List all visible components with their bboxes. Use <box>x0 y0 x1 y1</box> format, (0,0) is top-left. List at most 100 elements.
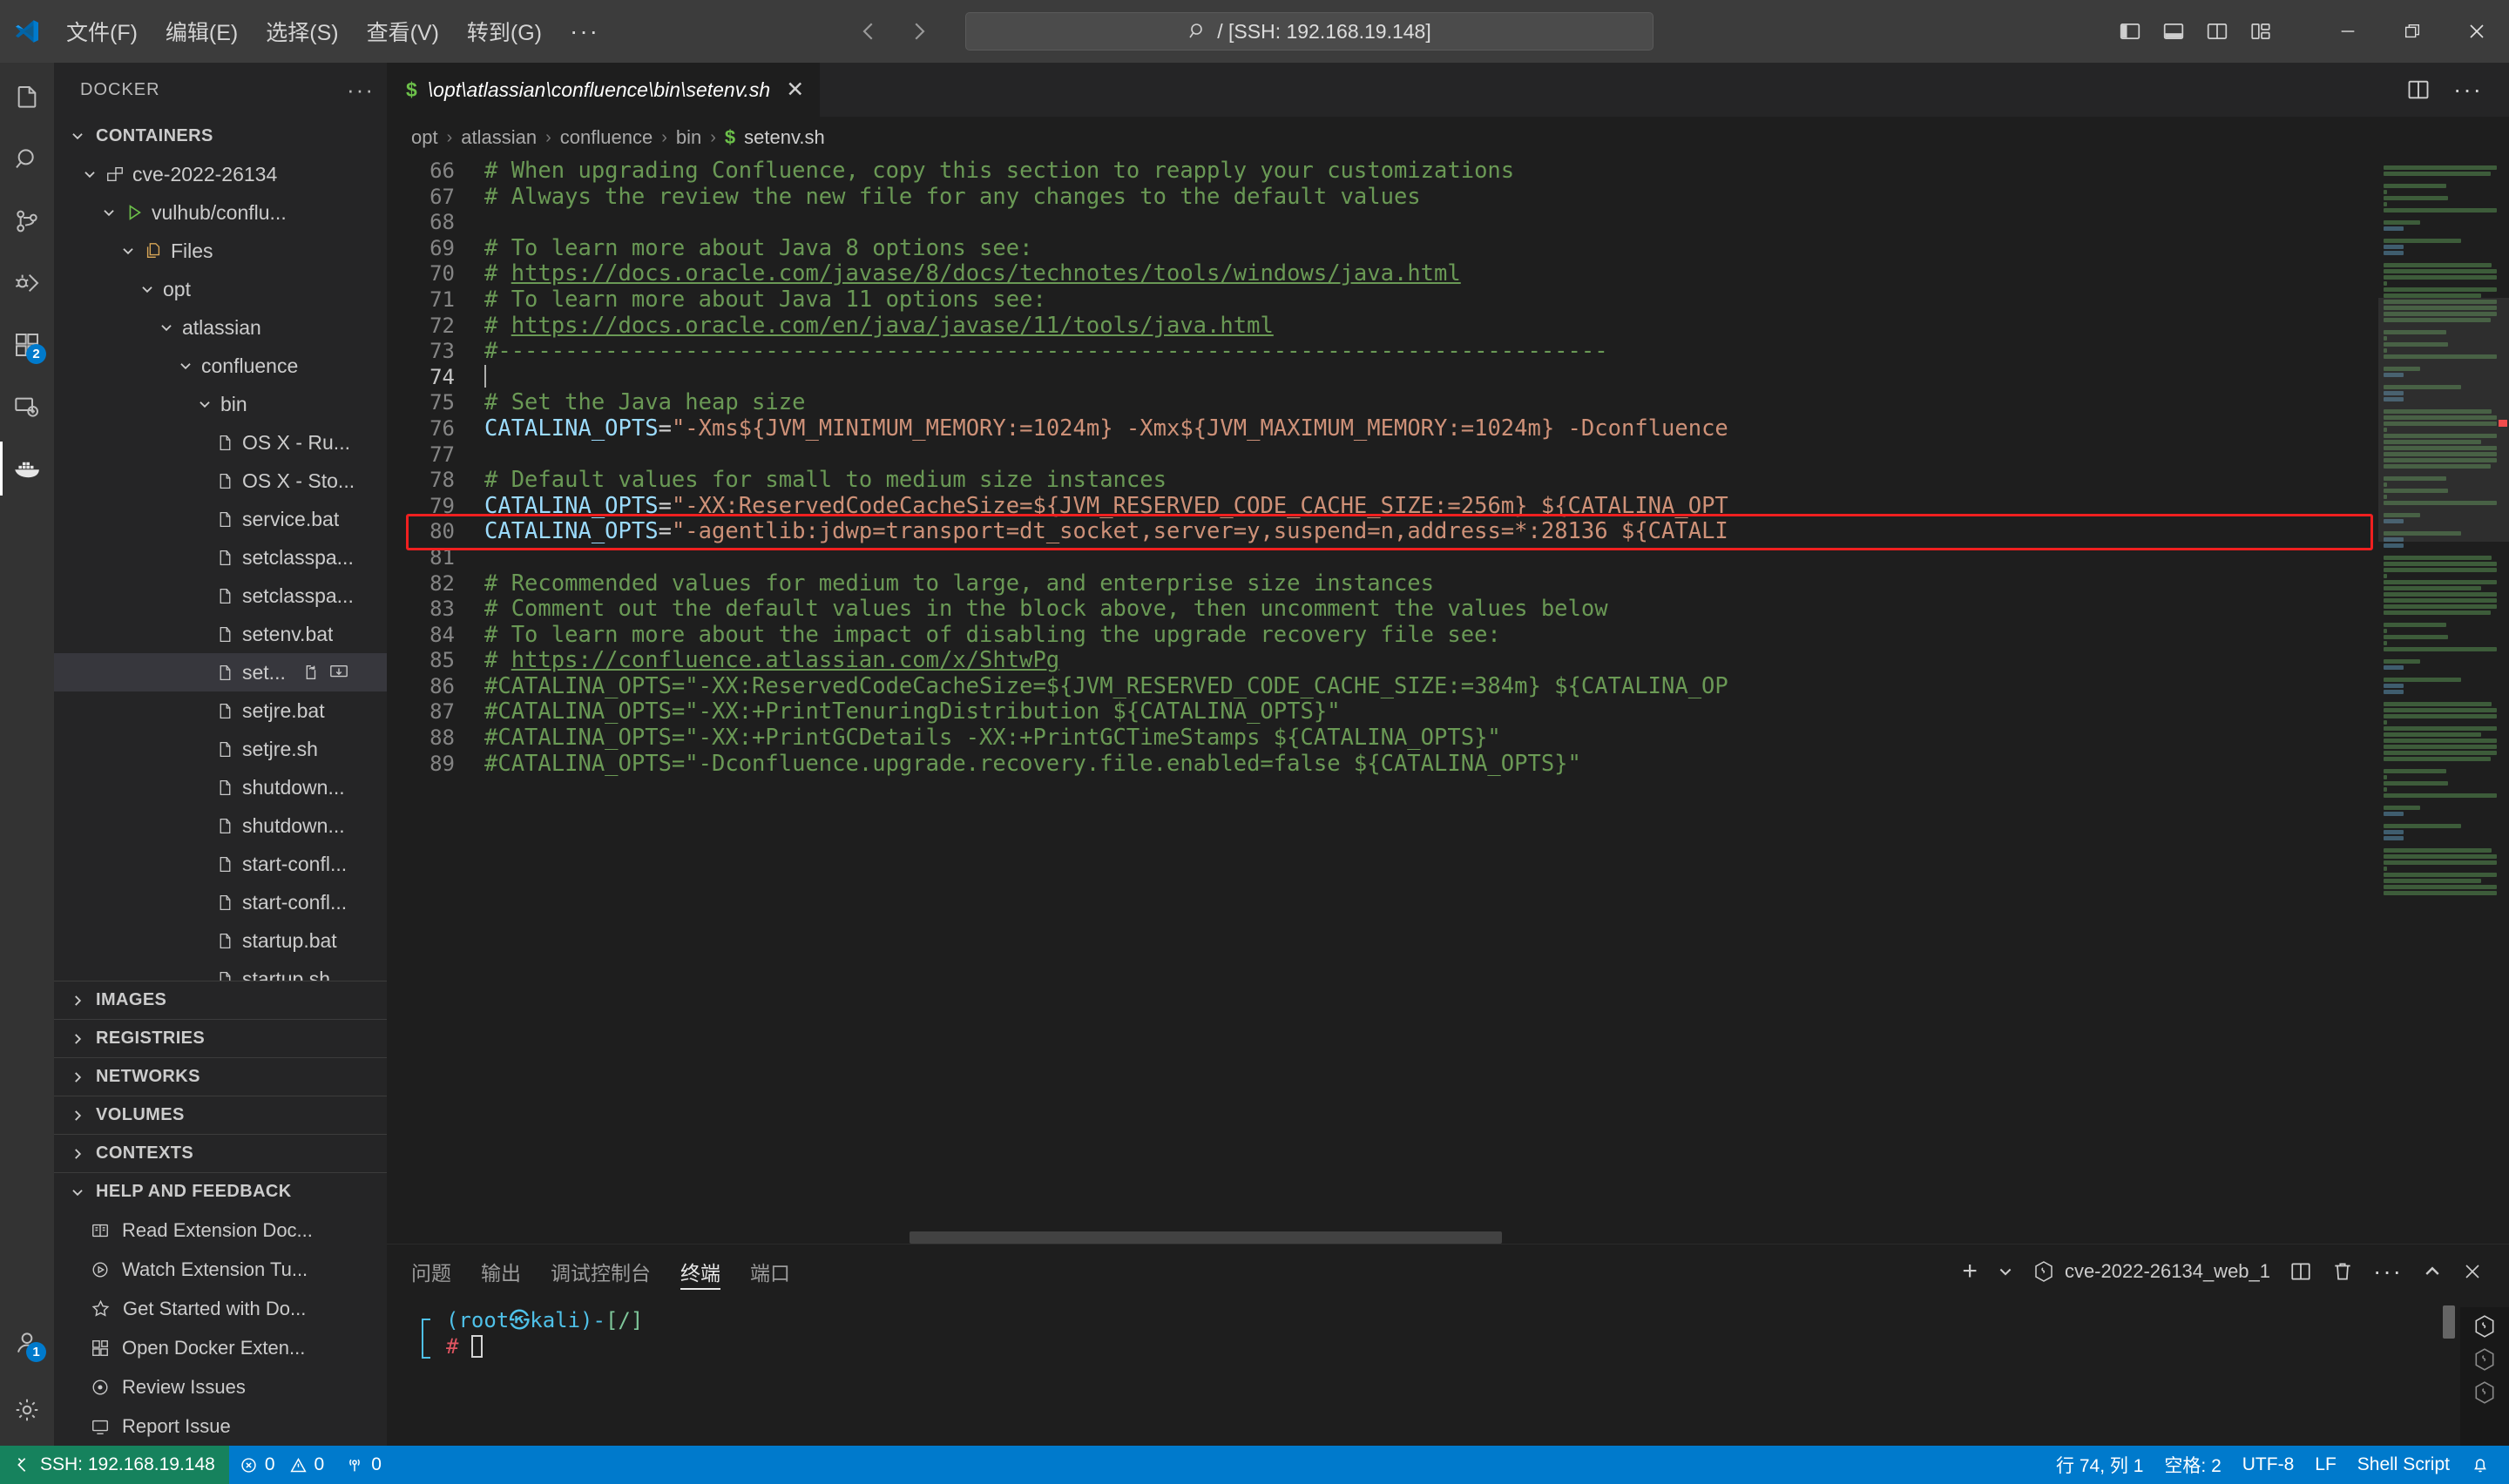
download-icon[interactable] <box>328 663 349 682</box>
line-content[interactable]: # To learn more about Java 8 options see… <box>484 236 2378 262</box>
terminal-output[interactable]: (root㉿kali)-[/] # <box>446 1307 2460 1446</box>
line-content[interactable]: # Default values for small to medium siz… <box>484 468 2378 494</box>
activity-settings[interactable] <box>0 1383 54 1437</box>
breadcrumb-setenv-sh[interactable]: setenv.sh <box>744 126 825 149</box>
panel-tabs[interactable]: 问题 输出 调试控制台 终端 端口 + cve-2022-26134_web_1 <box>387 1245 2509 1298</box>
code-line[interactable]: 66 # When upgrading Confluence, copy this… <box>387 159 2378 185</box>
code-line[interactable]: 75 # Set the Java heap size <box>387 390 2378 416</box>
tab-setenv-sh[interactable]: $ \opt\atlassian\confluence\bin\setenv.s… <box>387 63 822 117</box>
chevron-down-icon[interactable] <box>197 396 213 412</box>
terminal-tabs-list[interactable] <box>2460 1307 2509 1446</box>
line-content[interactable]: CATALINA_OPTS="-agentlib:jdwp=transport=… <box>484 519 2378 545</box>
status-indentation[interactable]: 空格: 2 <box>2154 1446 2231 1484</box>
menu-bar[interactable]: 文件(F) 编辑(E) 选择(S) 查看(V) 转到(G) ··· <box>54 10 612 52</box>
code-line[interactable]: 79 CATALINA_OPTS="-XX:ReservedCodeCacheSi… <box>387 494 2378 520</box>
status-encoding[interactable]: UTF-8 <box>2232 1446 2305 1484</box>
status-remote-ssh[interactable]: SSH: 192.168.19.148 <box>0 1446 229 1484</box>
tree-item[interactable]: start-confl... <box>54 845 387 883</box>
back-arrow-icon[interactable] <box>855 18 882 44</box>
status-language-mode[interactable]: Shell Script <box>2347 1446 2460 1484</box>
line-content[interactable]: #CATALINA_OPTS="-Dconfluence.upgrade.rec… <box>484 752 2378 778</box>
tree-item[interactable]: shutdown... <box>54 768 387 806</box>
split-terminal-icon[interactable] <box>2289 1260 2312 1283</box>
code-line[interactable]: 87 #CATALINA_OPTS="-XX:+PrintTenuringDist… <box>387 699 2378 725</box>
chevron-down-icon[interactable] <box>159 320 174 335</box>
tree-item[interactable]: vulhub/conflu... <box>54 193 387 232</box>
code-line[interactable]: 76 CATALINA_OPTS="-Xms${JVM_MINIMUM_MEMOR… <box>387 416 2378 442</box>
activity-source-control[interactable] <box>0 194 54 248</box>
minimap[interactable] <box>2378 159 2509 1244</box>
help-item[interactable]: Open Docker Exten... <box>54 1328 387 1367</box>
help-item[interactable]: Report Issue <box>54 1406 387 1446</box>
line-content[interactable]: # When upgrading Confluence, copy this s… <box>484 159 2378 185</box>
activity-docker[interactable] <box>0 442 54 496</box>
tab-debug-console[interactable]: 调试控制台 <box>551 1245 651 1298</box>
code-line[interactable]: 77 <box>387 442 2378 469</box>
line-content[interactable]: #CATALINA_OPTS="-XX:+PrintTenuringDistri… <box>484 699 2378 725</box>
split-editor-icon[interactable] <box>2406 78 2431 102</box>
tree-item[interactable]: startup.sh <box>54 960 387 981</box>
code-editor[interactable]: 66 # When upgrading Confluence, copy this… <box>387 159 2509 1244</box>
close-window-button[interactable] <box>2445 0 2509 63</box>
maximize-button[interactable] <box>2380 0 2445 63</box>
line-content[interactable]: # Comment out the default values in the … <box>484 597 2378 623</box>
tree-item[interactable]: cve-2022-26134 <box>54 155 387 193</box>
navigation-arrows[interactable] <box>855 18 932 44</box>
tree-item[interactable]: shutdown... <box>54 806 387 845</box>
code-line[interactable]: 81 <box>387 545 2378 571</box>
code-line[interactable]: 71 # To learn more about Java 11 options … <box>387 287 2378 314</box>
line-content[interactable]: CATALINA_OPTS="-XX:ReservedCodeCacheSize… <box>484 494 2378 520</box>
line-content[interactable]: # To learn more about the impact of disa… <box>484 623 2378 649</box>
section-volumes[interactable]: VOLUMES <box>54 1096 387 1134</box>
close-panel-icon[interactable] <box>2462 1261 2483 1282</box>
section-help-and-feedback[interactable]: HELP AND FEEDBACK <box>54 1172 387 1211</box>
status-eol[interactable]: LF <box>2304 1446 2347 1484</box>
line-content[interactable]: #---------------------------------------… <box>484 339 2378 365</box>
new-terminal-button[interactable]: + <box>1962 1257 1978 1286</box>
section-contexts[interactable]: CONTEXTS <box>54 1134 387 1172</box>
container-tree[interactable]: cve-2022-26134 vulhub/conflu... Files opt at… <box>54 155 387 981</box>
tab-terminal[interactable]: 终端 <box>680 1245 720 1298</box>
status-notifications[interactable] <box>2460 1446 2509 1484</box>
code-line[interactable]: 83 # Comment out the default values in th… <box>387 597 2378 623</box>
customize-layout-icon[interactable] <box>2241 11 2281 51</box>
line-content[interactable]: # Recommended values for medium to large… <box>484 571 2378 597</box>
section-containers[interactable]: CONTAINERS <box>54 117 387 155</box>
panel-more-actions-button[interactable]: ··· <box>2373 1258 2403 1285</box>
breadcrumb-bin[interactable]: bin <box>676 126 701 149</box>
tree-item[interactable]: OS X - Ru... <box>54 423 387 462</box>
code-line[interactable]: 80 CATALINA_OPTS="-agentlib:jdwp=transpor… <box>387 519 2378 545</box>
toggle-panel-icon[interactable] <box>2154 11 2194 51</box>
forward-arrow-icon[interactable] <box>906 18 932 44</box>
menu-edit[interactable]: 编辑(E) <box>153 10 250 52</box>
docker-terminal-icon[interactable] <box>2473 1380 2496 1405</box>
toggle-secondary-sidebar-icon[interactable] <box>2197 11 2237 51</box>
menu-selection[interactable]: 选择(S) <box>254 10 350 52</box>
section-images[interactable]: IMAGES <box>54 981 387 1019</box>
code-lines[interactable]: 66 # When upgrading Confluence, copy this… <box>387 159 2378 777</box>
status-ports[interactable]: 0 <box>335 1446 392 1484</box>
code-line[interactable]: 68 <box>387 210 2378 236</box>
help-item[interactable]: Read Extension Doc... <box>54 1211 387 1250</box>
minimize-button[interactable] <box>2316 0 2380 63</box>
line-content[interactable]: # https://docs.oracle.com/javase/8/docs/… <box>484 261 2378 287</box>
menu-go[interactable]: 转到(G) <box>455 10 554 52</box>
chevron-down-icon[interactable] <box>178 358 193 374</box>
tab-problems[interactable]: 问题 <box>411 1245 451 1298</box>
horizontal-scrollbar[interactable] <box>910 1231 1502 1244</box>
breadcrumb-confluence[interactable]: confluence <box>560 126 653 149</box>
layout-controls[interactable] <box>2110 11 2281 51</box>
code-scroll-area[interactable]: 66 # When upgrading Confluence, copy this… <box>387 159 2378 1244</box>
tree-item[interactable]: set... <box>54 653 387 691</box>
docker-terminal-icon[interactable] <box>2473 1314 2496 1339</box>
code-line[interactable]: 74 <box>387 364 2378 391</box>
chevron-up-icon[interactable] <box>2422 1261 2443 1282</box>
menu-file[interactable]: 文件(F) <box>54 10 150 52</box>
tree-item[interactable]: opt <box>54 270 387 308</box>
status-problems[interactable]: 0 0 <box>229 1446 335 1484</box>
window-controls[interactable] <box>2316 0 2509 63</box>
tree-item-actions[interactable] <box>301 663 349 682</box>
chevron-down-icon[interactable] <box>101 205 117 220</box>
help-item[interactable]: Watch Extension Tu... <box>54 1250 387 1289</box>
code-line[interactable]: 73 #-------------------------------------… <box>387 339 2378 365</box>
